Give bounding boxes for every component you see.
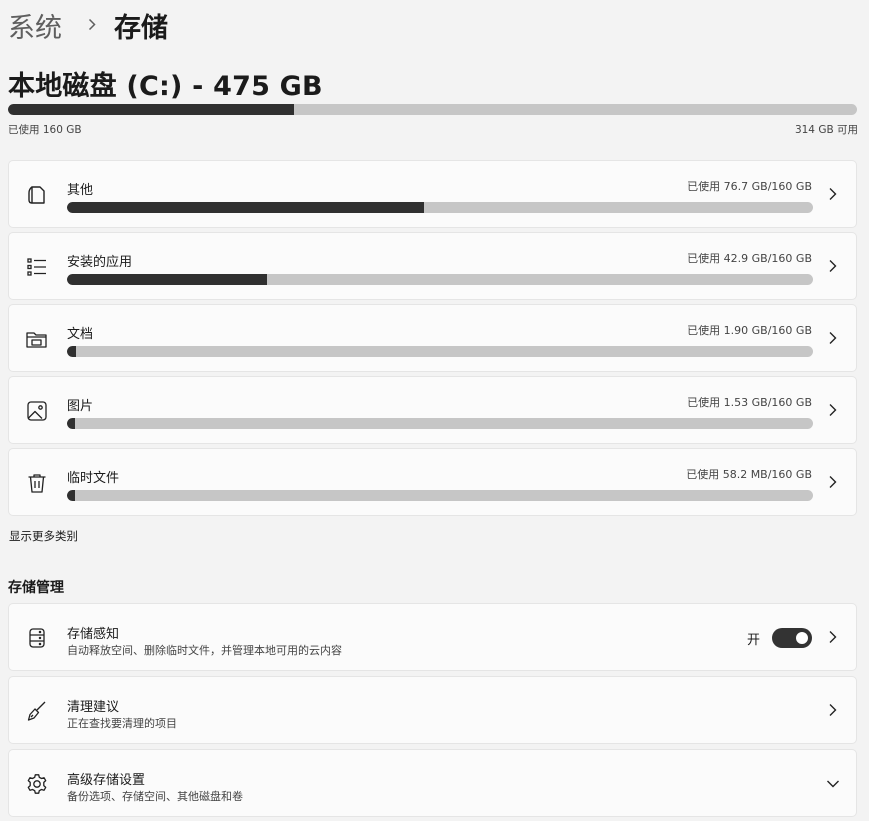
image-icon	[25, 399, 49, 423]
chevron-right-icon	[828, 331, 838, 345]
breadcrumb-system-link[interactable]: 系统	[8, 6, 62, 45]
advanced-settings-subtitle: 备份选项、存储空间、其他磁盘和卷	[67, 790, 243, 803]
category-usage: 已使用 42.9 GB/160 GB	[687, 252, 812, 265]
category-usage-fill	[67, 202, 425, 213]
category-usage-fill	[67, 346, 76, 357]
show-more-categories-link[interactable]: 显示更多类别	[9, 528, 78, 544]
category-usage: 已使用 1.53 GB/160 GB	[687, 396, 812, 409]
category-label: 其他	[67, 183, 94, 198]
disk-usage-fill	[8, 104, 295, 115]
storage-sense-card[interactable]: 存储感知 自动释放空间、删除临时文件，并管理本地可用的云内容 开	[8, 603, 857, 671]
category-label: 图片	[67, 399, 94, 414]
advanced-settings-title: 高级存储设置	[67, 773, 146, 788]
chevron-right-icon	[828, 703, 838, 717]
category-usage-fill	[67, 490, 76, 501]
storage-sense-subtitle: 自动释放空间、删除临时文件，并管理本地可用的云内容	[67, 644, 342, 657]
category-usage-bar	[67, 490, 813, 501]
trash-icon	[25, 471, 49, 495]
broom-icon	[25, 699, 49, 723]
category-label: 安装的应用	[67, 255, 133, 270]
list-icon	[25, 255, 49, 279]
category-card-temp-files[interactable]: 临时文件 已使用 58.2 MB/160 GB	[8, 448, 857, 516]
storage-sense-title: 存储感知	[67, 627, 120, 642]
chevron-right-icon	[828, 475, 838, 489]
category-card-apps[interactable]: 安装的应用 已使用 42.9 GB/160 GB	[8, 232, 857, 300]
breadcrumb-chevron-icon	[88, 15, 96, 36]
storage-sense-icon	[25, 626, 49, 650]
category-card-documents[interactable]: 文档 已使用 1.90 GB/160 GB	[8, 304, 857, 372]
page-title: 存储	[114, 13, 168, 44]
disk-used-label: 已使用 160 GB	[8, 124, 82, 136]
toggle-knob	[796, 632, 808, 644]
disk-free-label: 314 GB 可用	[794, 124, 858, 136]
disk-usage-bar	[8, 104, 857, 115]
category-usage: 已使用 1.90 GB/160 GB	[687, 324, 812, 337]
category-usage-bar	[67, 274, 813, 285]
cleanup-title: 清理建议	[67, 700, 120, 715]
category-usage-fill	[67, 418, 76, 429]
category-usage: 已使用 76.7 GB/160 GB	[687, 180, 812, 193]
chevron-right-icon	[828, 187, 838, 201]
chevron-right-icon	[828, 630, 838, 644]
folder-icon	[25, 327, 49, 351]
gear-icon	[25, 772, 49, 796]
disk-title: 本地磁盘 (C:) - 475 GB	[8, 71, 323, 102]
chevron-down-icon	[826, 779, 840, 789]
category-usage-bar	[67, 346, 813, 357]
category-usage-bar	[67, 202, 813, 213]
chevron-right-icon	[828, 259, 838, 273]
cleanup-recommendations-card[interactable]: 清理建议 正在查找要清理的项目	[8, 676, 857, 744]
cleanup-subtitle: 正在查找要清理的项目	[67, 717, 177, 730]
category-label: 文档	[67, 327, 94, 342]
category-usage-bar	[67, 418, 813, 429]
chevron-right-icon	[828, 403, 838, 417]
storage-management-heading: 存储管理	[8, 580, 64, 596]
category-card-pictures[interactable]: 图片 已使用 1.53 GB/160 GB	[8, 376, 857, 444]
toggle-state-label: 开	[746, 633, 760, 648]
storage-sense-toggle[interactable]	[772, 628, 812, 648]
category-usage: 已使用 58.2 MB/160 GB	[686, 468, 812, 481]
advanced-storage-settings-card[interactable]: 高级存储设置 备份选项、存储空间、其他磁盘和卷	[8, 749, 857, 817]
category-usage-fill	[67, 274, 267, 285]
category-label: 临时文件	[67, 471, 120, 486]
file-icon	[25, 183, 49, 207]
category-card-other[interactable]: 其他 已使用 76.7 GB/160 GB	[8, 160, 857, 228]
breadcrumb: 系统 存储	[8, 6, 168, 45]
